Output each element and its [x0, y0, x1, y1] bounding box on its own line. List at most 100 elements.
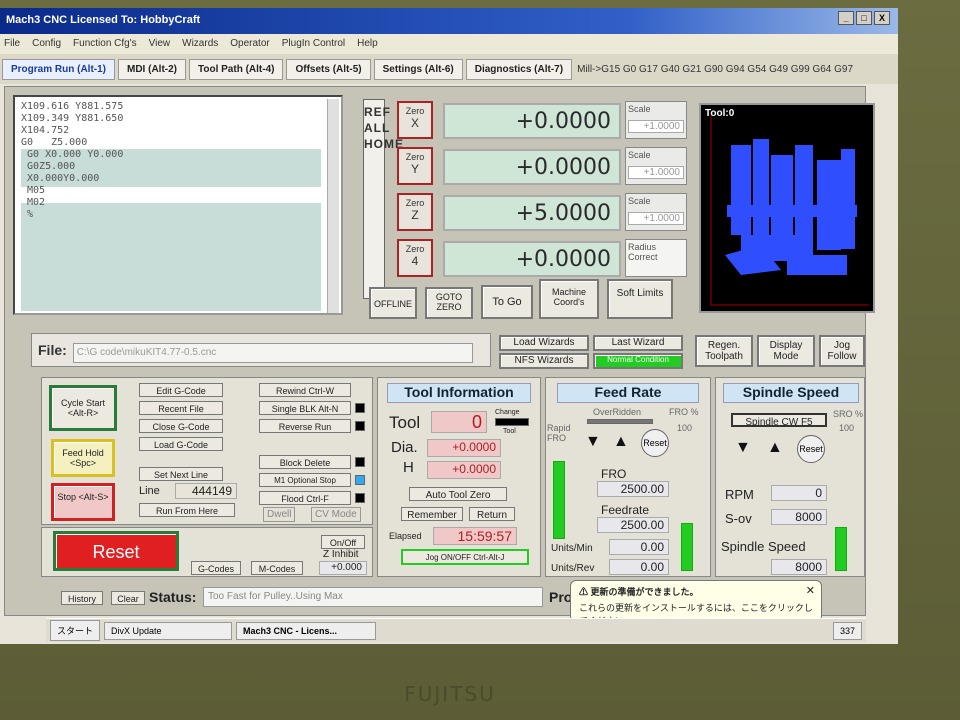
- menu-config[interactable]: Config: [32, 38, 61, 50]
- flood-button[interactable]: Flood Ctrl-F: [259, 491, 351, 505]
- toolpath-display[interactable]: Tool:0: [699, 103, 875, 313]
- tab-tool-path[interactable]: Tool Path (Alt-4): [189, 58, 284, 80]
- mcodes-button[interactable]: M-Codes: [251, 561, 303, 575]
- remember-button[interactable]: Remember: [401, 507, 463, 521]
- menu-function-cfgs[interactable]: Function Cfg's: [73, 38, 137, 50]
- close-gcode-button[interactable]: Close G-Code: [139, 419, 223, 433]
- machine-coords-button[interactable]: Machine Coord's: [539, 279, 599, 319]
- return-button[interactable]: Return: [469, 507, 515, 521]
- diameter-value[interactable]: +0.0000: [427, 439, 501, 457]
- display-mode-button[interactable]: Display Mode: [757, 335, 815, 367]
- zero-y-button[interactable]: Zero Y: [397, 147, 433, 185]
- feedrate-label: Feedrate: [601, 503, 650, 517]
- spindle-up-icon[interactable]: ▲: [767, 439, 783, 457]
- spindle-reset-button[interactable]: Reset: [797, 435, 825, 463]
- tab-mdi[interactable]: MDI (Alt-2): [118, 58, 186, 80]
- soft-limits-button[interactable]: Soft Limits: [607, 279, 673, 319]
- line-number-value[interactable]: 444149: [175, 483, 237, 499]
- spindle-speed-value[interactable]: 8000: [771, 559, 827, 575]
- stop-button[interactable]: Stop <Alt-S>: [51, 483, 115, 521]
- feedrate-value[interactable]: 2500.00: [597, 517, 669, 533]
- tab-settings[interactable]: Settings (Alt-6): [373, 58, 463, 80]
- nfs-wizards-button[interactable]: NFS Wizards: [499, 353, 589, 369]
- spindle-override-bar[interactable]: [835, 527, 847, 571]
- menu-plugin-control[interactable]: PlugIn Control: [282, 38, 345, 50]
- update-notification[interactable]: ⚠ 更新の準備ができました。 これらの更新をインストールするには、ここをクリック…: [570, 580, 822, 626]
- feed-down-icon[interactable]: ▼: [585, 433, 601, 451]
- feed-hold-button[interactable]: Feed Hold <Spc>: [51, 439, 115, 477]
- dro-z[interactable]: +5.0000: [443, 195, 621, 231]
- minimize-button[interactable]: _: [838, 11, 854, 25]
- feed-override-bar[interactable]: [681, 523, 693, 571]
- scale-value[interactable]: +1.0000: [628, 166, 684, 179]
- auto-tool-zero-button[interactable]: Auto Tool Zero: [409, 487, 507, 501]
- dro-y[interactable]: +0.0000: [443, 149, 621, 185]
- spindle-cw-button[interactable]: Spindle CW F5: [731, 413, 827, 428]
- menu-help[interactable]: Help: [357, 38, 378, 50]
- load-gcode-button[interactable]: Load G-Code: [139, 437, 223, 451]
- tab-offsets[interactable]: Offsets (Alt-5): [286, 58, 371, 80]
- rapid-fro-bar[interactable]: [553, 461, 565, 539]
- taskbar: スタート DivX Update Mach3 CNC - Licens... 3…: [46, 618, 866, 642]
- close-icon[interactable]: ✕: [806, 584, 815, 597]
- zero-z-button[interactable]: Zero Z: [397, 193, 433, 231]
- clear-button[interactable]: Clear: [111, 591, 145, 605]
- spindle-down-icon[interactable]: ▼: [735, 439, 751, 457]
- single-block-button[interactable]: Single BLK Alt-N: [259, 401, 351, 415]
- reset-button[interactable]: Reset: [53, 531, 179, 571]
- jog-toggle-button[interactable]: Jog ON/OFF Ctrl-Alt-J: [401, 549, 529, 565]
- fro-percent-value: 100: [677, 423, 693, 433]
- zero-4-button[interactable]: Zero 4: [397, 239, 433, 277]
- cycle-start-button[interactable]: Cycle Start <Alt-R>: [49, 385, 117, 431]
- recent-file-button[interactable]: Recent File: [139, 401, 223, 415]
- radius-correct-button[interactable]: Radius Correct: [625, 239, 687, 277]
- offline-button[interactable]: OFFLINE: [369, 287, 417, 319]
- set-next-line-button[interactable]: Set Next Line: [139, 467, 223, 481]
- height-value[interactable]: +0.0000: [427, 461, 501, 479]
- start-button[interactable]: スタート: [50, 620, 101, 641]
- reverse-run-button[interactable]: Reverse Run: [259, 419, 351, 433]
- last-wizard-button[interactable]: Last Wizard: [593, 335, 683, 351]
- tab-program-run[interactable]: Program Run (Alt-1): [2, 58, 115, 80]
- m1-optional-stop-button[interactable]: M1 Optional Stop: [259, 473, 351, 487]
- menu-file[interactable]: File: [4, 38, 20, 50]
- to-go-button[interactable]: To Go: [481, 285, 533, 319]
- edit-gcode-button[interactable]: Edit G-Code: [139, 383, 223, 397]
- maximize-button[interactable]: □: [856, 11, 872, 25]
- feed-reset-button[interactable]: Reset: [641, 429, 669, 457]
- block-delete-button[interactable]: Block Delete: [259, 455, 351, 469]
- menu-wizards[interactable]: Wizards: [182, 38, 218, 50]
- gcode-listing[interactable]: X109.616 Y881.575 X109.349 Y881.650 X104.7…: [13, 95, 343, 315]
- regen-toolpath-button[interactable]: Regen. Toolpath: [695, 335, 753, 367]
- rewind-button[interactable]: Rewind Ctrl-W: [259, 383, 351, 397]
- run-from-here-button[interactable]: Run From Here: [139, 503, 235, 517]
- scale-value[interactable]: +1.0000: [628, 212, 684, 225]
- taskbar-item-divx[interactable]: DivX Update: [104, 621, 233, 640]
- fro-value[interactable]: 2500.00: [597, 481, 669, 497]
- tool-number[interactable]: 0: [431, 411, 487, 433]
- z-inhibit-toggle[interactable]: On/Off: [321, 535, 365, 549]
- jog-follow-button[interactable]: Jog Follow: [819, 335, 865, 367]
- scale-label: Scale: [628, 104, 651, 114]
- taskbar-item-mach3[interactable]: Mach3 CNC - Licens...: [236, 621, 377, 640]
- goto-zero-button[interactable]: GOTO ZERO: [425, 287, 473, 319]
- gcode-scrollbar[interactable]: [327, 99, 339, 313]
- feed-up-icon[interactable]: ▲: [613, 433, 629, 451]
- close-button[interactable]: X: [874, 11, 890, 25]
- gcodes-button[interactable]: G-Codes: [191, 561, 241, 575]
- ref-all-home-button[interactable]: REF ALL HOME: [363, 99, 403, 299]
- menu-view[interactable]: View: [149, 38, 171, 50]
- dro-x[interactable]: +0.0000: [443, 103, 621, 139]
- history-button[interactable]: History: [61, 591, 103, 605]
- change-label: Change: [495, 409, 520, 416]
- clock: 337: [832, 621, 862, 640]
- zero-x-button[interactable]: Zero X: [397, 101, 433, 139]
- dro-4[interactable]: +0.0000: [443, 241, 621, 277]
- flood-led: [355, 493, 365, 503]
- scale-value[interactable]: +1.0000: [628, 120, 684, 133]
- tab-diagnostics[interactable]: Diagnostics (Alt-7): [465, 58, 573, 80]
- fro-label: FRO: [601, 467, 627, 481]
- load-wizards-button[interactable]: Load Wizards: [499, 335, 589, 351]
- menu-operator[interactable]: Operator: [230, 38, 269, 50]
- z-inhibit-value[interactable]: +0.000: [319, 561, 367, 575]
